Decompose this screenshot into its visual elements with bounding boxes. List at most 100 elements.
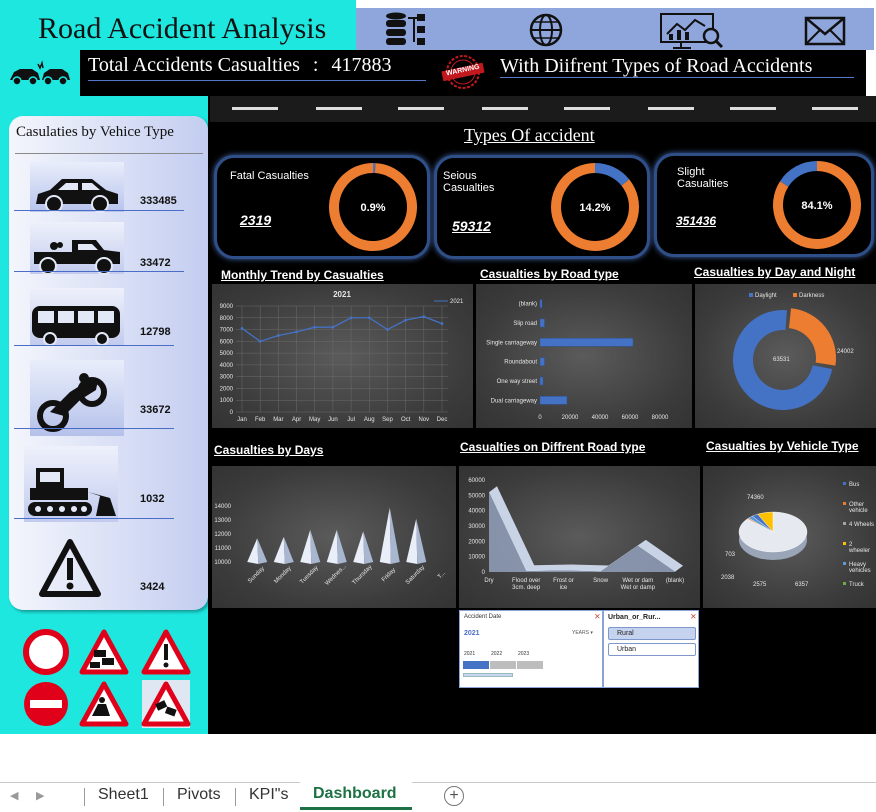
x-tick-label: Wednes... — [324, 563, 348, 587]
y-tick-label: 0 — [482, 570, 486, 576]
car-collision-sign-icon — [141, 680, 191, 728]
y-tick-label: 3000 — [220, 375, 234, 381]
tab-sheet1[interactable]: Sheet1 — [98, 786, 149, 804]
x-tick-label: Snow — [593, 578, 609, 584]
kpi-value: 2319 — [240, 212, 272, 228]
slicer-option-urban[interactable]: Urban — [608, 643, 696, 656]
x-tick-label: Jul — [347, 417, 355, 423]
y-tick-label: 20000 — [468, 539, 485, 545]
data-label: 2575 — [753, 582, 767, 588]
kpi-donut: 84.1% — [773, 161, 861, 249]
y-tick-label: 2000 — [220, 386, 234, 392]
data-label: 703 — [725, 552, 736, 558]
monthly-trend-chart: 2021 2021 0 1000 2000 3000 4000 5000 6000 7000 800… — [212, 284, 473, 428]
tab-separator — [235, 788, 236, 806]
tab-pivots[interactable]: Pivots — [177, 786, 221, 804]
tab-kpis[interactable]: KPI"s — [249, 786, 288, 804]
add-sheet-icon[interactable]: + — [444, 786, 464, 806]
mail-icon[interactable] — [804, 16, 846, 46]
cone-shade — [257, 538, 268, 564]
x-tick-label: 60000 — [622, 415, 639, 421]
legend-swatch — [843, 522, 846, 525]
kpi-donut: 14.2% — [551, 163, 639, 251]
timeline-scrollbar[interactable] — [463, 673, 513, 677]
y-tick-label: 13000 — [214, 518, 231, 524]
x-tick-label: ice — [560, 585, 568, 591]
x-tick-label: 40000 — [592, 415, 609, 421]
bar — [539, 396, 568, 405]
date-slicer-unit[interactable]: YEARS ▾ — [572, 630, 593, 636]
cone-shade — [283, 536, 294, 564]
tab-dashboard[interactable]: Dashboard — [300, 782, 412, 810]
urban-slicer-title: Urban_or_Rur... — [608, 614, 661, 621]
slicer-option-rural[interactable]: Rural — [608, 627, 696, 640]
y-tick-label: 5000 — [220, 351, 234, 357]
road-type-chart: 0 20000 40000 60000 80000 (blank) Slip road Sin… — [476, 284, 692, 428]
tab-scroll-left-icon[interactable]: ◀ — [10, 789, 18, 802]
tab-scroll-right-icon[interactable]: ▶ — [36, 789, 44, 802]
x-tick-label: Thursday — [352, 564, 374, 586]
clear-filter-icon[interactable]: ⨯ — [690, 612, 697, 621]
year-bar-2023[interactable] — [517, 661, 543, 669]
globe-icon[interactable] — [529, 13, 563, 47]
donut-percent-label: 14.2% — [579, 202, 610, 214]
accident-types-text: With Diifrent Types of Road Accidents — [500, 55, 813, 77]
data-point — [386, 328, 389, 331]
monthly-trend-title: Monthly Trend by Casualties — [221, 268, 384, 282]
road-marking — [564, 107, 610, 110]
clear-filter-icon[interactable]: ⨯ — [594, 612, 601, 621]
y-tick-label: Dual carriageway — [491, 398, 537, 404]
days-chart: 10000 11000 12000 13000 14000 Sunday Monday Tue… — [212, 466, 456, 608]
x-tick-label: Dry — [484, 578, 493, 584]
bulldozer-icon — [28, 468, 116, 516]
cone-shade — [363, 531, 374, 564]
x-tick-label: 3cm. deep — [512, 585, 541, 591]
vehicle-type-title: Casualties by Vehicle Type — [706, 439, 859, 453]
y-tick-label: Slip road — [513, 321, 537, 327]
x-tick-label: Jun — [328, 417, 338, 423]
totals-text: Total Accidents Casualties — [88, 54, 300, 76]
data-point — [276, 334, 280, 337]
vehicle-title-divider — [15, 153, 203, 154]
data-point — [349, 316, 353, 320]
y-tick-label: 8000 — [220, 316, 234, 322]
date-slicer[interactable]: Accident Date ⨯ 2021 YEARS ▾ 2021 2022 2… — [459, 610, 603, 688]
x-tick-label: Aug — [364, 417, 375, 423]
y-tick-label: 10000 — [214, 560, 231, 566]
bar — [539, 376, 544, 386]
y-tick-label: 7000 — [220, 328, 234, 334]
x-tick-label: Tuesday — [299, 565, 319, 585]
vehicle-value: 33472 — [140, 257, 171, 269]
x-tick-label: Apr — [292, 417, 301, 423]
vehicle-line — [14, 345, 174, 346]
x-tick-label: Jan — [237, 417, 247, 423]
y-tick-label: One way street — [497, 379, 538, 385]
vehicle-line — [14, 518, 174, 519]
bar — [539, 357, 545, 366]
types-of-accident-title: Types Of accident — [464, 125, 595, 145]
tab-separator — [84, 788, 85, 806]
year-bar-2021[interactable] — [463, 661, 489, 669]
urban-rural-slicer[interactable]: Urban_or_Rur... ⨯ Rural Urban — [603, 610, 699, 688]
bus-icon — [32, 306, 120, 346]
totals-underline — [88, 80, 426, 81]
y-tick-label: Roundabout — [504, 360, 537, 366]
legend-swatch — [843, 502, 846, 505]
data-label: 63531 — [773, 357, 790, 363]
y-tick-label: 14000 — [214, 504, 231, 510]
donut-segment-share — [595, 163, 630, 186]
y-tick-label: 11000 — [215, 546, 232, 552]
tab-dashboard-label: Dashboard — [313, 785, 397, 802]
x-tick-label: Wet or dam — [622, 578, 653, 584]
y-tick-label: 60000 — [468, 478, 485, 484]
chart-title: 2021 — [333, 290, 351, 299]
year-bar-2022[interactable] — [490, 661, 516, 669]
cone-light — [273, 536, 285, 564]
date-slicer-title: Accident Date — [464, 614, 502, 620]
types-underline — [500, 77, 854, 78]
database-icon[interactable] — [386, 12, 425, 46]
road-marking — [232, 107, 278, 110]
y-tick-label: 0 — [230, 410, 234, 416]
y-tick-label: (blank) — [519, 302, 537, 308]
analytics-monitor-icon[interactable] — [660, 13, 724, 49]
